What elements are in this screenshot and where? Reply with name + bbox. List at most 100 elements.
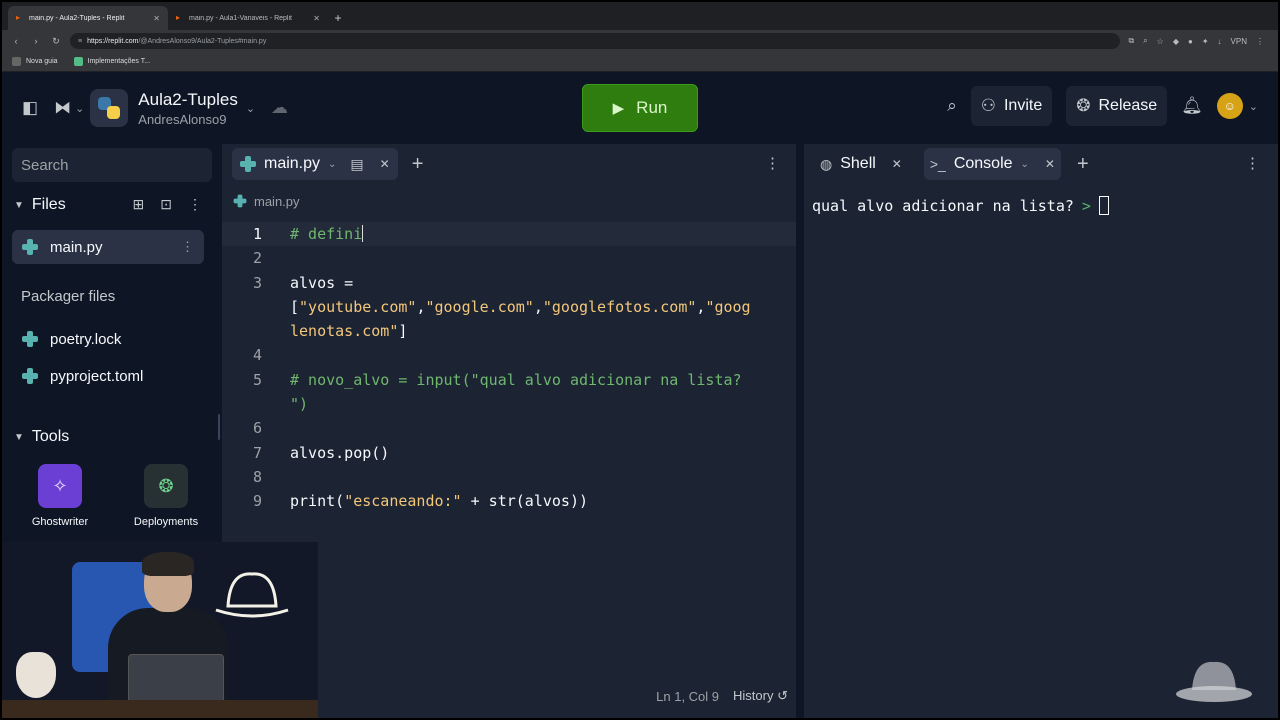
document-icon[interactable]: ▤	[350, 156, 363, 173]
new-file-icon[interactable]: ⊞	[133, 196, 145, 213]
chevron-down-icon[interactable]: ⌄	[1249, 100, 1258, 113]
search-input[interactable]: Search	[12, 148, 212, 182]
share-icon[interactable]: ⧉	[1128, 36, 1134, 46]
code-line[interactable]: 7 alvos.pop()	[222, 441, 796, 465]
project-info[interactable]: Aula2-Tuples AndresAlonso9	[138, 90, 238, 127]
tab-console[interactable]: >_ Console ⌄ ✕	[923, 148, 1061, 180]
run-button[interactable]: ▶ Run	[582, 84, 698, 132]
tools-section-header[interactable]: ▼ Tools	[14, 428, 69, 446]
notifications-icon[interactable]: 🔔︎	[1181, 96, 1203, 116]
project-name: Aula2-Tuples	[138, 89, 238, 109]
code-line[interactable]: 9 print("escaneando:" + str(alvos))	[222, 489, 796, 513]
laptop	[128, 654, 224, 706]
avatar[interactable]: ☺	[1216, 93, 1243, 119]
code-line[interactable]: 1 # defini	[222, 222, 796, 247]
close-icon[interactable]: ✕	[313, 14, 320, 23]
history-icon: ↺	[777, 688, 788, 703]
code-token: alvos.pop()	[290, 443, 390, 462]
search-icon[interactable]: ⌕	[947, 96, 957, 116]
tab-main-py[interactable]: main.py ⌄ ▤ ✕	[232, 148, 398, 180]
tool-deployments[interactable]: ❂ Deployments	[126, 464, 206, 528]
breadcrumb-file[interactable]: main.py	[254, 194, 300, 209]
code-line[interactable]: ["youtube.com","google.com","googlefotos…	[222, 295, 796, 319]
replit-logo-icon[interactable]: ⧓	[54, 98, 71, 118]
add-tab-icon[interactable]: +	[1077, 153, 1089, 176]
add-tab-icon[interactable]: +	[412, 153, 424, 176]
code-editor[interactable]: 1 # defini 2 3 alvos = ["youtube.com","goog…	[222, 222, 796, 514]
close-icon[interactable]: ✕	[380, 157, 390, 171]
code-line[interactable]: 3 alvos =	[222, 271, 796, 295]
line-number	[222, 319, 264, 343]
text-caret	[362, 225, 364, 242]
close-icon[interactable]: ✕	[892, 157, 902, 171]
chevron-down-icon[interactable]: ⌄	[1021, 159, 1029, 170]
zoom-icon[interactable]: ⌕	[1143, 36, 1147, 46]
lock-icon: ≡	[78, 37, 83, 45]
code-line[interactable]: 8	[222, 465, 796, 489]
extension-icon[interactable]: ◆	[1173, 37, 1179, 46]
sidebar-toggle-icon[interactable]: ◧	[22, 98, 38, 118]
code-line[interactable]: 2	[222, 246, 796, 270]
tab-shell[interactable]: ◍ Shell ✕	[814, 148, 908, 180]
hat-watermark-icon	[1176, 661, 1252, 702]
forward-icon[interactable]: ›	[30, 36, 42, 46]
console-output[interactable]: qual alvo adicionar na lista? >	[812, 196, 1109, 215]
deployments-icon: ❂	[144, 464, 188, 508]
tool-ghostwriter[interactable]: ✧ Ghostwriter	[20, 464, 100, 528]
code-line[interactable]: 4	[222, 343, 796, 367]
sidebar: Search ▼ Files ⊞ ⊡ ⋮ main.py ⋮ Packager …	[2, 144, 220, 542]
new-tab-icon[interactable]: +	[328, 6, 348, 30]
kebab-menu-icon[interactable]: ⋮	[188, 196, 202, 213]
code-text: ")	[264, 392, 784, 416]
file-item-main-py[interactable]: main.py ⋮	[12, 230, 204, 264]
file-name: pyproject.toml	[50, 367, 144, 385]
download-icon[interactable]: ↓	[1218, 37, 1222, 46]
address-bar[interactable]: ≡ https://replit.com/@AndresAlonso9/Aula…	[70, 33, 1121, 49]
line-number	[222, 392, 264, 416]
code-line[interactable]: lenotas.com"]	[222, 319, 796, 343]
kebab-menu-icon[interactable]: ⋮	[181, 239, 194, 255]
extension-icon[interactable]: ●	[1188, 37, 1193, 46]
release-button[interactable]: ❂ Release	[1066, 86, 1168, 126]
line-number: 1	[252, 225, 262, 243]
menu-icon[interactable]: ⋮	[1256, 37, 1264, 46]
browser-tab-title: main.py - Aula2-Tuples - Replit	[29, 14, 125, 22]
new-folder-icon[interactable]: ⊡	[160, 196, 172, 213]
code-token: "escaneando:"	[344, 492, 462, 511]
chevron-down-icon[interactable]: ⌄	[75, 102, 84, 115]
invite-button[interactable]: ⚇ Invite	[970, 86, 1053, 126]
white-hat-logo-icon	[215, 572, 289, 618]
project-owner: AndresAlonso9	[138, 111, 227, 127]
ghostwriter-icon: ✧	[38, 464, 82, 508]
bookmark-item[interactable]: Nova guia	[12, 57, 58, 66]
invite-label: Invite	[1003, 97, 1043, 114]
file-item-poetry-lock[interactable]: poetry.lock	[12, 322, 204, 356]
browser-tab-active[interactable]: ▸ main.py - Aula2-Tuples - Replit ✕	[8, 6, 168, 30]
resize-handle[interactable]	[218, 414, 220, 440]
chevron-down-icon[interactable]: ⌄	[246, 102, 255, 115]
files-section-header[interactable]: ▼ Files	[14, 196, 66, 214]
close-icon[interactable]: ✕	[1045, 157, 1055, 171]
code-line[interactable]: ")	[222, 392, 796, 416]
back-icon[interactable]: ‹	[10, 36, 22, 46]
browser-tab[interactable]: ▸ main.py - Aula1-Variaveis - Replit ✕	[168, 6, 328, 30]
kebab-menu-icon[interactable]: ⋮	[765, 154, 780, 172]
code-text: alvos.pop()	[264, 441, 784, 465]
tab-label: Shell	[840, 155, 876, 172]
code-token: # defini	[290, 225, 363, 243]
bookmark-item[interactable]: Implementações T...	[73, 57, 150, 66]
reload-icon[interactable]: ↻	[50, 36, 62, 47]
close-icon[interactable]: ✕	[153, 14, 160, 23]
kebab-menu-icon[interactable]: ⋮	[1245, 154, 1260, 172]
code-line[interactable]: 6	[222, 416, 796, 440]
code-line[interactable]: 5 # novo_alvo = input("qual alvo adiciona…	[222, 368, 796, 392]
package-file-icon	[22, 368, 38, 384]
file-name: poetry.lock	[50, 330, 122, 348]
puzzle-icon[interactable]: ✦	[1202, 37, 1209, 46]
chevron-down-icon[interactable]: ⌄	[328, 159, 336, 170]
extensions-area: ⧉ ⌕ ☆ ◆ ● ✦ ↓ VPN ⋮	[1128, 36, 1270, 46]
vpn-icon[interactable]: VPN	[1231, 37, 1247, 46]
history-button[interactable]: History ↺	[733, 688, 788, 704]
bookmark-icon[interactable]: ☆	[1157, 37, 1164, 46]
file-item-pyproject-toml[interactable]: pyproject.toml	[12, 359, 204, 393]
